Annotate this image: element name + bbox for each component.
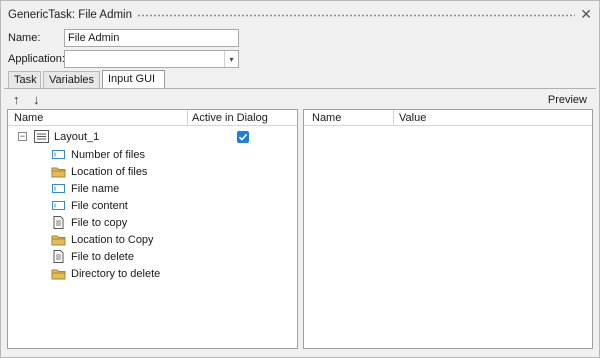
active-checkbox[interactable]: [237, 131, 249, 143]
chevron-down-icon[interactable]: ▾: [224, 51, 238, 67]
arrow-down-icon[interactable]: ↓: [33, 92, 40, 107]
tree-item-file-to-copy[interactable]: File to copy: [51, 214, 127, 231]
application-dropdown[interactable]: ▾: [64, 50, 239, 68]
tree-item-location-of-files[interactable]: Location of files: [51, 163, 147, 180]
tree-item-file-name[interactable]: File name: [51, 180, 119, 197]
tree-item-label: File to copy: [71, 216, 128, 229]
layout-icon: [34, 130, 49, 143]
tree-item-label: Location to Copy: [71, 233, 154, 246]
folder-icon: [51, 233, 66, 246]
file-icon: [51, 216, 66, 229]
tree-item-label: Location of files: [71, 165, 148, 178]
preview-button[interactable]: Preview: [548, 94, 587, 106]
tree-item-directory-to-delete[interactable]: Directory to delete: [51, 265, 160, 282]
tree-item-number-of-files[interactable]: Number of files: [51, 146, 145, 163]
tree-item-label: File content: [71, 199, 128, 212]
textfield-icon: [51, 148, 66, 161]
folder-icon: [51, 165, 66, 178]
properties-panel: Name Value: [303, 109, 593, 349]
file-icon: [51, 250, 66, 263]
column-active-in-dialog[interactable]: Active in Dialog: [192, 112, 268, 124]
tree-item-file-to-delete[interactable]: File to delete: [51, 248, 134, 265]
tab-input-gui[interactable]: Input GUI: [102, 70, 165, 88]
drag-grip[interactable]: [137, 14, 575, 17]
tab-task[interactable]: Task: [8, 71, 41, 88]
title-bar[interactable]: GenericTask: File Admin ✕: [1, 1, 599, 27]
column-separator[interactable]: [393, 110, 394, 125]
tree-item-label: Number of files: [71, 148, 145, 161]
tree-item-location-to-copy[interactable]: Location to Copy: [51, 231, 154, 248]
tree-item-label: Directory to delete: [71, 267, 161, 280]
collapse-icon[interactable]: −: [18, 132, 27, 141]
right-table-header: Name Value: [304, 110, 592, 126]
tree-item-label: File to delete: [71, 250, 134, 263]
close-icon[interactable]: ✕: [580, 7, 592, 21]
textfield-icon: [51, 182, 66, 195]
application-label: Application:: [8, 53, 65, 65]
textfield-icon: [51, 199, 66, 212]
left-table-header: Name Active in Dialog: [8, 110, 297, 126]
name-field[interactable]: File Admin: [64, 29, 239, 47]
tree-item-file-content[interactable]: File content: [51, 197, 128, 214]
tree-item-label: Layout_1: [54, 130, 100, 143]
window-title: GenericTask: File Admin: [8, 9, 132, 21]
tab-variables[interactable]: Variables: [43, 71, 100, 88]
dialog-window: GenericTask: File Admin ✕ Name: File Adm…: [0, 0, 600, 358]
tab-divider: [4, 88, 596, 89]
column-name[interactable]: Name: [14, 112, 43, 124]
column-name[interactable]: Name: [312, 112, 341, 124]
folder-icon: [51, 267, 66, 280]
column-value[interactable]: Value: [399, 112, 426, 124]
name-label: Name:: [8, 32, 41, 44]
column-separator[interactable]: [187, 110, 188, 125]
arrow-up-icon[interactable]: ↑: [13, 92, 20, 107]
tree-item-label: File name: [71, 182, 120, 195]
layout-tree-panel: Name Active in Dialog − Layout_1 Number …: [7, 109, 298, 349]
